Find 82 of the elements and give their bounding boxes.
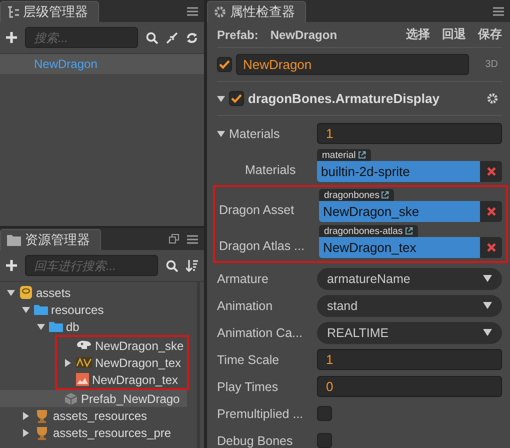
- tree-icon: [7, 6, 19, 18]
- tree-item[interactable]: assets_resources_pre: [0, 424, 197, 441]
- asset-field[interactable]: NewDragon_ske: [319, 200, 502, 222]
- prefab-name: NewDragon: [270, 28, 338, 42]
- sprite-sheet-icon: [76, 357, 92, 368]
- panel-tab[interactable]: 层级管理器: [0, 1, 99, 22]
- image-icon: [76, 373, 89, 386]
- close-icon[interactable]: [486, 242, 496, 252]
- property-label: Premultiplied ...: [217, 406, 304, 420]
- add-icon[interactable]: [6, 32, 17, 43]
- search-icon[interactable]: [146, 32, 158, 44]
- checkbox[interactable]: [317, 406, 332, 421]
- trophy-icon: [34, 426, 50, 440]
- property-label: Dragon Asset: [219, 202, 296, 217]
- tree-item[interactable]: assets: [0, 284, 197, 301]
- dropdown[interactable]: armatureName: [317, 268, 502, 290]
- collapse-icon[interactable]: [166, 32, 178, 44]
- expanded-caret-icon[interactable]: [217, 130, 225, 138]
- number-field[interactable]: 1: [317, 349, 502, 370]
- menu-icon[interactable]: [493, 6, 504, 16]
- tree-item[interactable]: resources: [0, 301, 197, 318]
- dropdown-arrow-icon[interactable]: [483, 302, 492, 309]
- search-field[interactable]: 回车进行搜索...: [25, 255, 158, 276]
- cube-icon: [64, 392, 78, 406]
- external-link-icon[interactable]: [358, 151, 366, 159]
- external-link-icon[interactable]: [404, 227, 413, 235]
- prefab-action[interactable]: 选择: [406, 26, 430, 43]
- tree-item[interactable]: assets_resources: [0, 407, 197, 424]
- property-label: Time Scale: [217, 352, 280, 366]
- database-icon: [19, 285, 33, 300]
- menu-icon[interactable]: [187, 6, 198, 16]
- dropdown-arrow-icon[interactable]: [483, 275, 492, 282]
- tree-item[interactable]: Prefab_NewDrago: [0, 390, 187, 407]
- property-label: Debug Bones: [217, 434, 294, 448]
- external-link-icon[interactable]: [381, 191, 390, 199]
- prefab-action[interactable]: 保存: [478, 26, 502, 43]
- tree-item[interactable]: db: [0, 318, 197, 335]
- prefab-action[interactable]: 回退: [442, 26, 466, 43]
- property-label: Animation Ca...: [217, 326, 304, 340]
- component-title: dragonBones.ArmatureDisplay: [248, 91, 440, 106]
- property-label: Dragon Atlas ...: [219, 238, 306, 253]
- checkbox[interactable]: [217, 57, 232, 72]
- window-icon[interactable]: [169, 234, 179, 244]
- folder-icon: [7, 234, 21, 246]
- collapsed-caret-icon[interactable]: [63, 358, 73, 366]
- property-label: Materials: [244, 162, 297, 177]
- tag-text: dragonbones-atlas: [324, 226, 403, 236]
- number-field[interactable]: 0: [317, 376, 502, 397]
- close-icon[interactable]: [486, 166, 496, 176]
- folder-icon: [49, 321, 63, 332]
- sort-icon[interactable]: [186, 260, 198, 272]
- add-icon[interactable]: [6, 260, 17, 271]
- search-field[interactable]: 搜索...: [25, 27, 138, 48]
- panel-tab[interactable]: 资源管理器: [0, 229, 101, 250]
- folder-icon: [34, 304, 48, 315]
- asset-field[interactable]: NewDragon_tex: [319, 236, 502, 258]
- asset-field[interactable]: builtin-2d-sprite: [317, 160, 502, 182]
- tree-item[interactable]: NewDragon_tex: [57, 371, 187, 388]
- number-field[interactable]: 1: [317, 123, 502, 144]
- property-label: Materials: [229, 126, 280, 140]
- trophy-icon: [34, 408, 50, 422]
- expanded-caret-icon[interactable]: [217, 94, 225, 102]
- prefab-label: Prefab:: [217, 28, 258, 42]
- menu-icon[interactable]: [187, 234, 198, 244]
- node-name-field[interactable]: NewDragon: [236, 54, 470, 75]
- tree-item[interactable]: NewDragon_ske: [57, 337, 187, 354]
- dropdown-arrow-icon[interactable]: [483, 329, 492, 336]
- search-icon[interactable]: [166, 260, 178, 272]
- panel-tab[interactable]: 属性检查器: [207, 1, 306, 22]
- skull-icon: [76, 340, 92, 351]
- refresh-icon[interactable]: [186, 32, 198, 44]
- checkbox[interactable]: [317, 433, 332, 448]
- checkbox[interactable]: [229, 91, 244, 106]
- close-icon[interactable]: [486, 206, 496, 216]
- property-label: Animation: [217, 298, 274, 312]
- tree-item[interactable]: NewDragon_tex: [57, 354, 187, 371]
- property-label: Armature: [217, 272, 270, 286]
- tag-text: dragonbones: [324, 190, 380, 200]
- tag-text: material: [322, 150, 356, 160]
- dropdown[interactable]: stand: [317, 294, 502, 316]
- dropdown[interactable]: REALTIME: [317, 322, 502, 344]
- property-label: Play Times: [217, 380, 278, 394]
